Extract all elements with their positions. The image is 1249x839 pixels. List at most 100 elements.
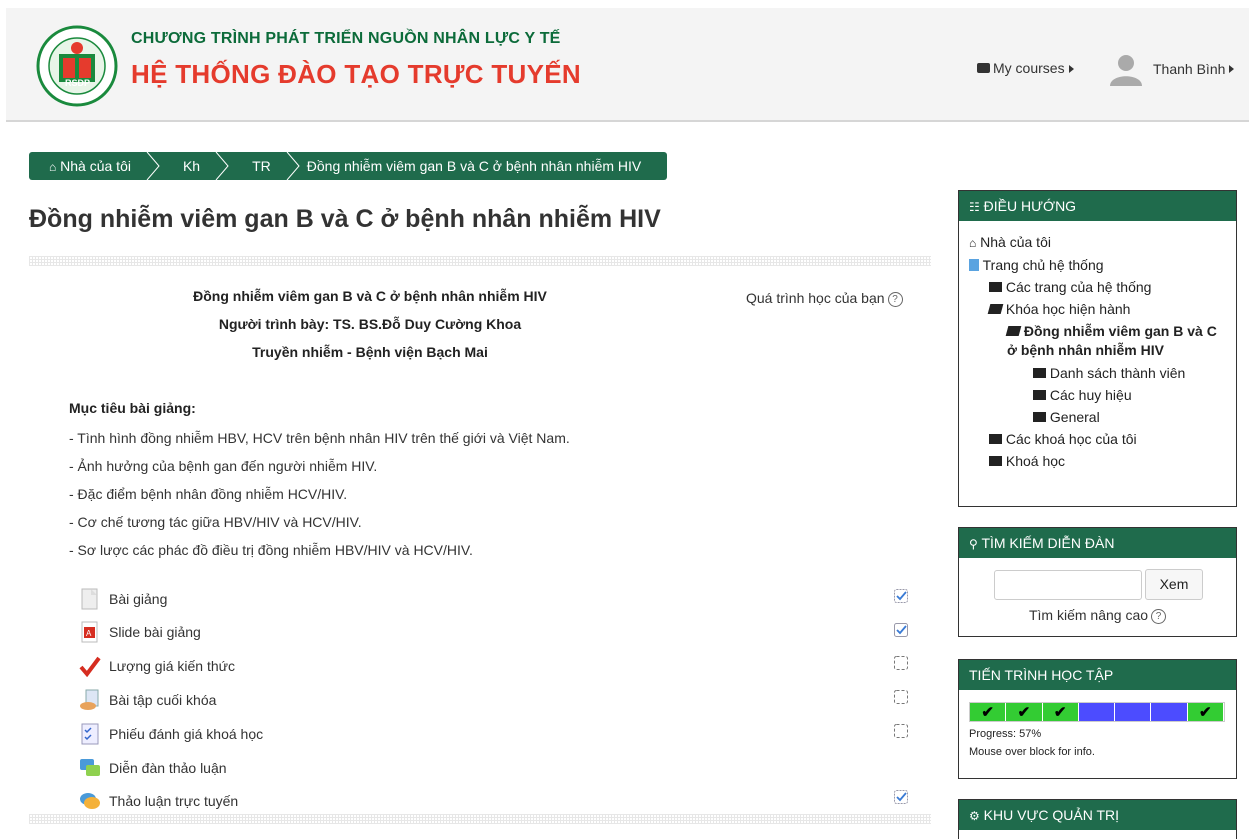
help-icon[interactable]: ? <box>1151 608 1167 624</box>
completion-checkbox[interactable] <box>894 690 908 704</box>
block-header[interactable]: ☷ ĐIỀU HƯỚNG <box>959 191 1236 221</box>
nav-item-general[interactable]: General <box>969 406 1236 428</box>
folder-open-icon <box>987 304 1004 314</box>
caret-right-icon <box>1068 65 1074 74</box>
progress-cell-done[interactable]: ✔ <box>970 703 1007 721</box>
folder-icon <box>1033 390 1046 400</box>
activity-phieu-danh-gia[interactable]: Phiếu đánh giá khoá học <box>79 723 263 745</box>
breadcrumb-label: Nhà của tôi <box>60 158 131 174</box>
nav-item-home[interactable]: ⌂ Nhà của tôi <box>969 231 1236 254</box>
progress-text: Progress: 57% <box>969 728 1042 740</box>
folder-icon <box>989 456 1002 466</box>
user-menu[interactable]: Thanh Bình <box>1109 52 1235 86</box>
search-input[interactable] <box>994 570 1142 600</box>
nav-label: Khoá học <box>1005 453 1066 469</box>
breadcrumb: ⌂ Nhà của tôi Kh TR Đồng nhiễm viêm gan … <box>29 152 668 180</box>
activity-bai-tap[interactable]: Bài tập cuối khóa <box>79 689 216 711</box>
activity-label: Diễn đàn thảo luận <box>109 760 227 776</box>
sitemap-icon: ☷ <box>969 200 980 214</box>
folder-open-icon <box>1005 326 1022 336</box>
nav-label: Các trang của hệ thống <box>1005 279 1152 295</box>
block-title: ĐIỀU HƯỚNG <box>983 198 1077 214</box>
block-header[interactable]: TIẾN TRÌNH HỌC TẬP <box>959 660 1236 690</box>
progress-cell-todo[interactable] <box>1078 703 1116 721</box>
block-title: TÌM KIẾM DIỄN ĐÀN <box>981 535 1115 551</box>
divider <box>29 256 931 266</box>
nav-item-site-home[interactable]: Trang chủ hệ thống <box>969 254 1236 276</box>
advanced-search-label: Tìm kiếm nâng cao <box>1028 607 1149 623</box>
intro-line-2: Người trình bày: TS. BS.Đỗ Duy Cường Kho… <box>218 316 522 332</box>
activity-thao-luan[interactable]: Thảo luận trực tuyến <box>79 790 238 812</box>
nav-item-course[interactable]: Đồng nhiễm viêm gan B và C ở bệnh nhân n… <box>969 322 1236 360</box>
completion-checkbox[interactable] <box>894 790 908 804</box>
block-header[interactable]: ⚲ TÌM KIẾM DIỄN ĐÀN <box>959 528 1236 558</box>
activity-label: Phiếu đánh giá khoá học <box>109 726 264 742</box>
user-name: Thanh Bình <box>1153 61 1226 77</box>
nav-label: Nhà của tôi <box>980 234 1051 250</box>
nav-item-badges[interactable]: Các huy hiệu <box>969 384 1236 406</box>
svg-text:A: A <box>86 629 92 638</box>
site-logo[interactable]: RSDP <box>31 22 127 110</box>
nav-item-my-courses[interactable]: Các khoá học của tôi <box>969 428 1236 450</box>
nav-label: Danh sách thành viên <box>1049 365 1186 381</box>
activity-slide-bai-giang[interactable]: A Slide bài giảng <box>79 621 201 643</box>
activity-label: Lượng giá kiến thức <box>109 658 235 674</box>
my-courses-menu[interactable]: My courses <box>977 60 1074 76</box>
breadcrumb-separator <box>285 152 303 180</box>
nav-label: Khóa học hiện hành <box>1005 301 1131 317</box>
completion-checkbox[interactable] <box>894 724 908 738</box>
nav-item-courses[interactable]: Khoá học <box>969 450 1236 472</box>
intro-line-3: Truyền nhiễm - Bệnh viện Bạch Mai <box>252 344 488 360</box>
logo-text: RSDP <box>65 78 91 88</box>
progress-cell-todo[interactable] <box>1151 703 1188 721</box>
advanced-search-link[interactable]: Tìm kiếm nâng cao? <box>959 607 1236 624</box>
page-title: Đồng nhiễm viêm gan B và C ở bệnh nhân n… <box>29 205 661 233</box>
activity-label: Thảo luận trực tuyến <box>109 793 239 809</box>
nav-item-site-pages[interactable]: Các trang của hệ thống <box>969 276 1236 298</box>
breadcrumb-item-kh[interactable]: Kh <box>163 152 214 180</box>
folder-icon <box>1033 368 1046 378</box>
progress-info: Mouse over block for info. <box>969 746 1095 758</box>
objective-item: - Cơ chế tương tác giữa HBV/HIV và HCV/H… <box>69 514 362 530</box>
chat-icon <box>79 790 101 812</box>
folder-icon <box>989 434 1002 444</box>
search-icon: ⚲ <box>969 537 978 551</box>
objective-item: - Ảnh hưởng của bệnh gan đến người nhiễm… <box>69 458 378 474</box>
progress-cell-done[interactable]: ✔ <box>1187 703 1224 721</box>
activity-dien-dan[interactable]: Diễn đàn thảo luận <box>79 757 227 779</box>
search-button[interactable]: Xem <box>1145 569 1203 600</box>
objective-item: - Sơ lược các phác đồ điều trị đồng nhiễ… <box>69 542 473 558</box>
progress-help[interactable]: Quá trình học của bạn? <box>746 290 903 307</box>
my-courses-label: My courses <box>993 60 1065 76</box>
completion-checkbox[interactable] <box>894 589 908 603</box>
activity-luong-gia[interactable]: Lượng giá kiến thức <box>79 655 235 678</box>
gears-icon: ⚙ <box>969 809 980 823</box>
progress-block: TIẾN TRÌNH HỌC TẬP ✔ ✔ ✔ ✔ Progress: 57% Mo… <box>958 659 1237 779</box>
nav-item-participants[interactable]: Danh sách thành viên <box>969 362 1236 384</box>
objective-item: - Tình hình đồng nhiễm HBV, HCV trên bện… <box>69 430 570 446</box>
progress-cell-done[interactable]: ✔ <box>1042 703 1079 721</box>
site-header: RSDP CHƯƠNG TRÌNH PHÁT TRIỂN NGUỒN NHÂN … <box>6 8 1249 122</box>
breadcrumb-home[interactable]: ⌂ Nhà của tôi <box>29 152 145 180</box>
home-icon: ⌂ <box>49 160 57 174</box>
activity-label: Slide bài giảng <box>109 624 201 640</box>
activity-label: Bài giảng <box>109 591 168 607</box>
breadcrumb-separator <box>214 152 232 180</box>
progress-cell-done[interactable]: ✔ <box>1006 703 1043 721</box>
breadcrumb-separator <box>145 152 163 180</box>
activity-bai-giang[interactable]: Bài giảng <box>79 588 167 610</box>
progress-bar[interactable]: ✔ ✔ ✔ ✔ <box>969 702 1225 722</box>
completion-checkbox[interactable] <box>894 656 908 670</box>
folder-icon <box>989 282 1002 292</box>
administration-block: ⚙ KHU VỰC QUẢN TRỊ <box>958 799 1237 839</box>
page-icon <box>969 259 979 271</box>
nav-label: Các khoá học của tôi <box>1005 431 1137 447</box>
breadcrumb-item-course[interactable]: Đồng nhiễm viêm gan B và C ở bệnh nhân n… <box>303 152 655 180</box>
breadcrumb-item-tr[interactable]: TR <box>232 152 285 180</box>
nav-label: Các huy hiệu <box>1049 387 1132 403</box>
progress-cell-todo[interactable] <box>1115 703 1152 721</box>
caret-right-icon <box>1229 65 1235 73</box>
help-icon[interactable]: ? <box>887 291 903 307</box>
nav-item-current-courses[interactable]: Khóa học hiện hành <box>969 298 1236 320</box>
completion-checkbox[interactable] <box>894 623 908 637</box>
